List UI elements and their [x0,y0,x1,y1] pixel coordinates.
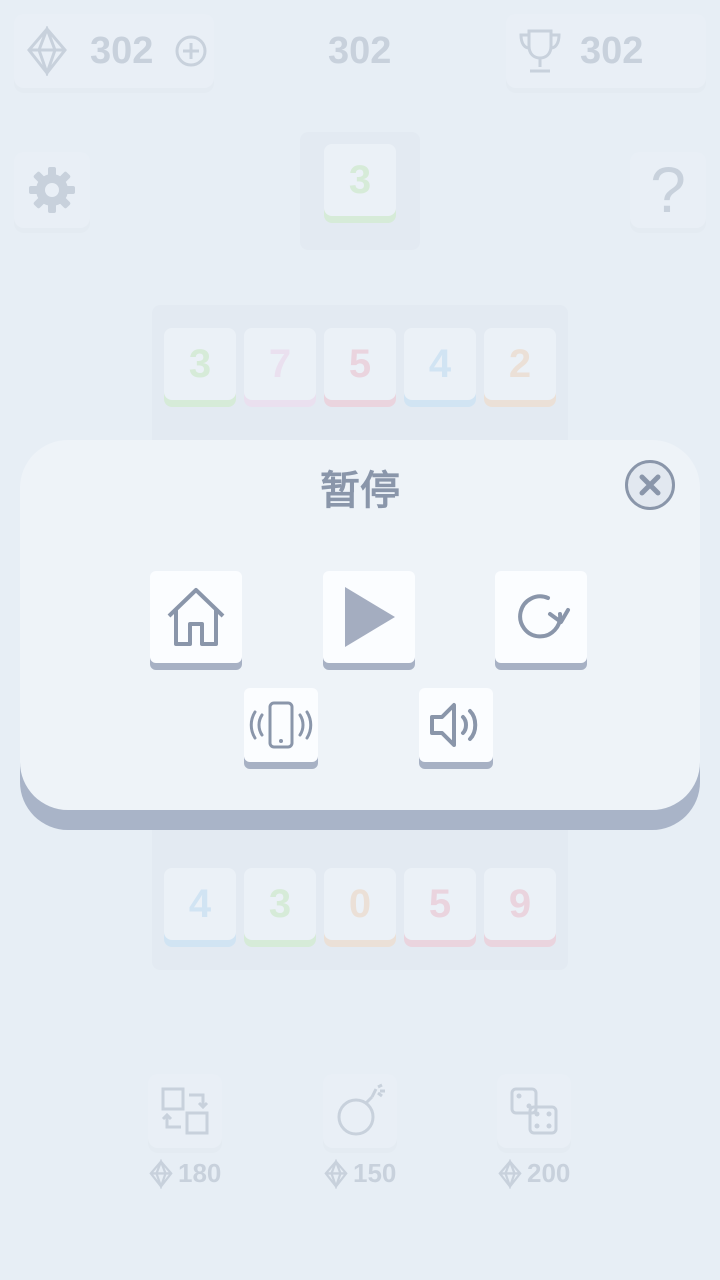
grid-tile[interactable]: 5 [324,328,396,400]
grid-tile[interactable]: 2 [484,328,556,400]
speaker-icon [430,703,478,747]
best-panel: 302 [506,14,706,88]
swap-icon [161,1087,209,1135]
bomb-cost: 150 [323,1158,396,1189]
grid-tile[interactable]: 3 [164,328,236,400]
bomb-icon [337,1083,385,1136]
grid-tile[interactable]: 3 [244,868,316,940]
resume-button[interactable] [323,571,415,663]
swap-tool[interactable] [148,1074,222,1148]
swap-cost: 180 [148,1158,221,1189]
help-icon: ? [650,154,686,226]
restart-icon [518,594,570,639]
home-icon [167,588,225,646]
best-score: 302 [580,30,644,72]
bomb-tool[interactable] [323,1074,397,1148]
diamond-icon [149,1158,173,1189]
vibration-icon [249,701,313,749]
grid-tile[interactable]: 4 [164,868,236,940]
dice-tool[interactable] [497,1074,571,1148]
close-button[interactable] [625,460,675,510]
home-button[interactable] [150,571,242,663]
grid-tile[interactable]: 0 [324,868,396,940]
help-button[interactable]: ? [630,152,706,228]
score: 302 [328,30,392,72]
pause-title: 暂停 [320,468,400,514]
diamond-icon [27,26,67,76]
next-tile-value: 3 [348,157,372,202]
add-gems-icon[interactable] [174,34,208,68]
dice-cost-value: 200 [527,1158,571,1188]
vibration-button[interactable] [244,688,318,762]
gems-count: 302 [90,30,154,72]
grid-tile[interactable]: 7 [244,328,316,400]
settings-button[interactable] [14,152,90,228]
next-tile-frame: 3 [300,132,420,250]
trophy-icon [519,29,561,73]
next-tile: 3 [324,144,396,216]
gems-panel: 302 [14,14,214,88]
dice-cost: 200 [497,1158,570,1189]
dice-icon [510,1087,558,1135]
swap-cost-value: 180 [178,1158,222,1188]
restart-button[interactable] [495,571,587,663]
play-icon [345,587,395,647]
sound-button[interactable] [419,688,493,762]
diamond-icon [498,1158,522,1189]
grid-tile[interactable]: 5 [404,868,476,940]
grid-tile[interactable]: 9 [484,868,556,940]
gear-icon [29,167,75,213]
diamond-icon [324,1158,348,1189]
close-icon [639,474,661,496]
bomb-cost-value: 150 [353,1158,397,1188]
grid-tile[interactable]: 4 [404,328,476,400]
